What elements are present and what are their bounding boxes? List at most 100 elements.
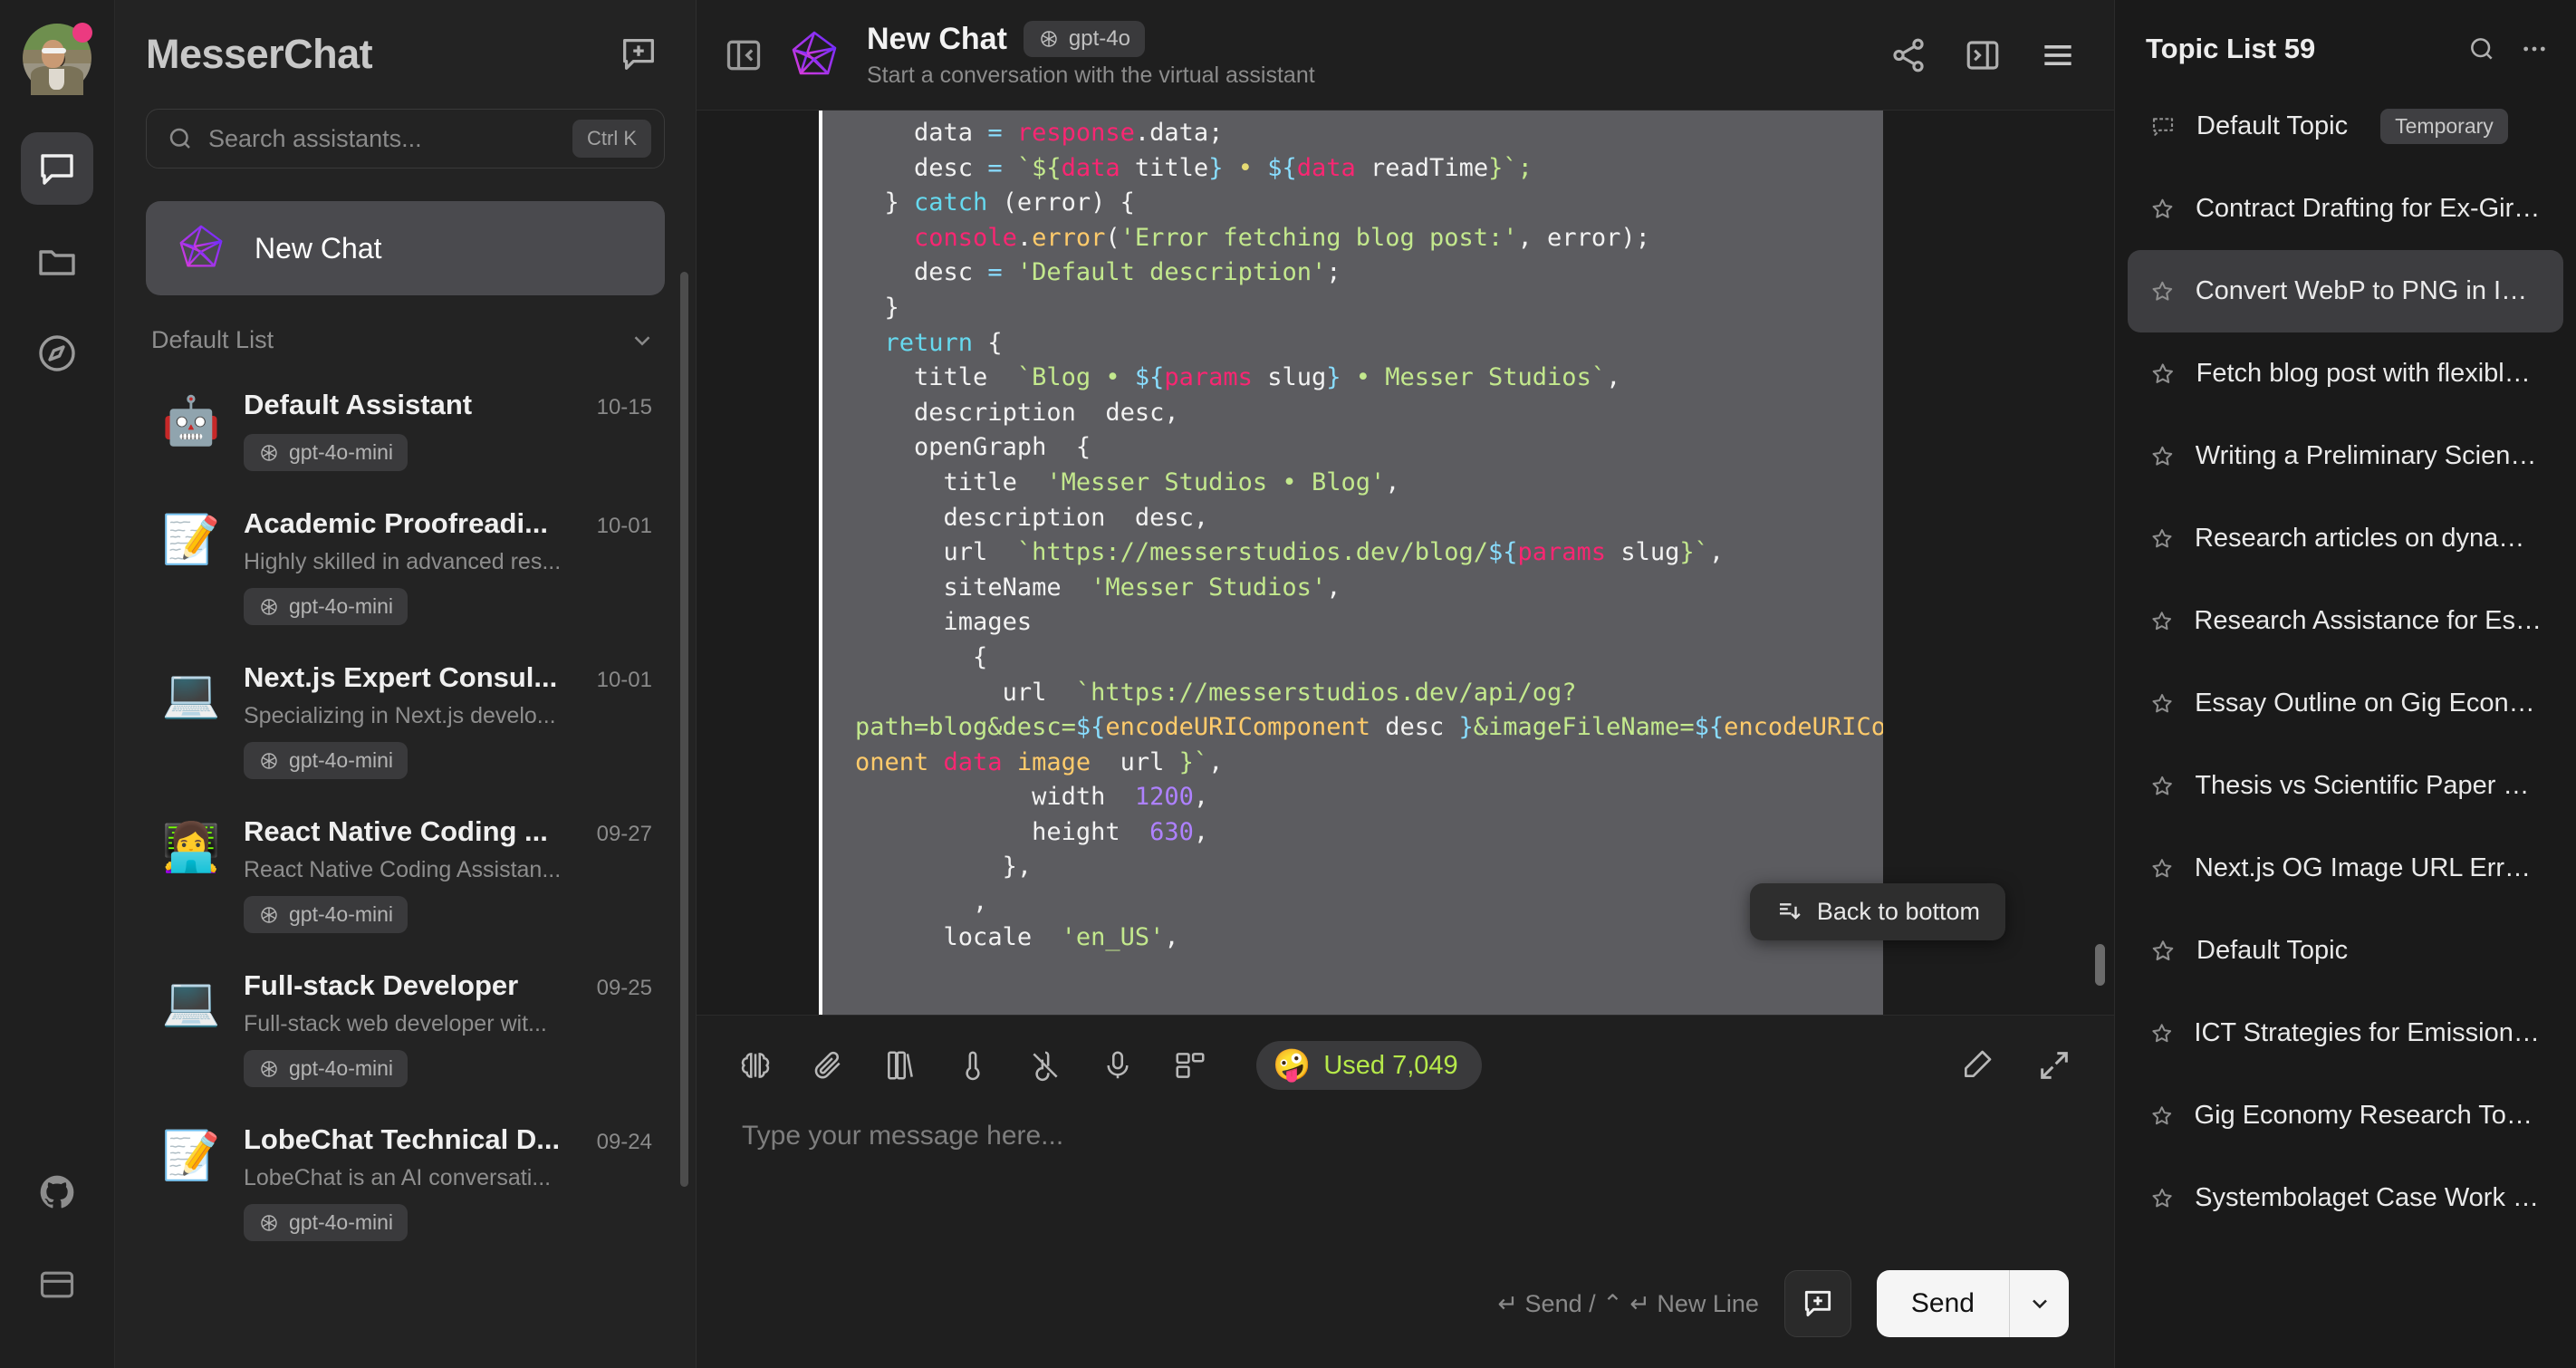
assistant-item[interactable]: 💻 Full-stack Developer 09-25 Full-stack web… (146, 951, 665, 1105)
sidebar-scrollbar[interactable] (680, 272, 688, 1187)
message-scrollbar[interactable] (2095, 944, 2105, 986)
share-button[interactable] (1889, 36, 1927, 74)
new-session-button[interactable] (618, 34, 659, 75)
topic-item[interactable]: Essay Outline on Gig Econom... (2128, 662, 2563, 745)
message-area[interactable]: data = response.data; desc = `${data tit… (697, 111, 2114, 1015)
topic-label: Default Topic (2196, 936, 2349, 965)
search-input[interactable]: Search assistants... (208, 125, 572, 153)
star-icon[interactable] (2149, 196, 2176, 223)
topic-item[interactable]: Gig Economy Research Topics... (2128, 1074, 2563, 1157)
topic-item[interactable]: Default Topic Temporary (2128, 85, 2563, 168)
code-line: description desc, (943, 503, 1209, 532)
star-icon[interactable] (2149, 443, 2176, 470)
clear-button[interactable] (1958, 1047, 1994, 1084)
star-icon[interactable] (2149, 608, 2174, 635)
attachment-button[interactable] (811, 1048, 845, 1083)
code-line: width 1200, (1032, 783, 1209, 812)
code-line: console.error('Error fetching blog post:… (914, 223, 1650, 252)
topic-item[interactable]: Research articles on dynamic ... (2128, 497, 2563, 580)
code-line: }, (1002, 853, 1033, 881)
topic-item[interactable]: Default Topic (2128, 910, 2563, 992)
topic-more-button[interactable] (2520, 34, 2549, 63)
rail-item-github[interactable] (21, 1156, 93, 1228)
temperature-button[interactable] (956, 1048, 990, 1083)
star-icon[interactable] (2149, 1103, 2175, 1130)
assistant-model-chip: gpt-4o-mini (244, 1050, 409, 1087)
star-icon[interactable] (2149, 278, 2176, 305)
avatar[interactable] (23, 23, 92, 96)
assistant-item[interactable]: 📝 Academic Proofreadi... 10-01 Highly skill… (146, 489, 665, 643)
assistant-avatar: 💻 (161, 976, 221, 1028)
assistant-item[interactable]: 💻 Next.js Expert Consul... 10-01 Specializi… (146, 643, 665, 797)
assistant-avatar: 📝 (161, 514, 221, 566)
topic-item[interactable]: Systembolaget Case Work Ov... (2128, 1157, 2563, 1239)
assistant-item[interactable]: 🤖 Default Assistant 10-15 gpt-4o-mini (146, 371, 665, 489)
message-input[interactable]: Type your message here... (697, 1090, 2114, 1151)
search-shortcut-hint: Ctrl K (572, 120, 651, 158)
microphone-icon (1107, 1051, 1129, 1079)
star-icon[interactable] (2149, 773, 2175, 800)
topic-item[interactable]: ICT Strategies for Emission Re... (2128, 992, 2563, 1074)
rail-item-files[interactable] (21, 225, 93, 297)
topic-list[interactable]: Default Topic Temporary Contract Drafting … (2115, 85, 2576, 1239)
collapse-sidebar-button[interactable] (724, 35, 764, 75)
star-icon[interactable] (2149, 1020, 2174, 1047)
send-options-button[interactable] (2009, 1270, 2069, 1337)
new-chat-icon (623, 39, 654, 70)
star-icon[interactable] (2149, 525, 2175, 553)
main-menu-button[interactable] (2038, 35, 2078, 75)
temp-topic-icon (2152, 117, 2174, 136)
topic-item[interactable]: Next.js OG Image URL Error Fix (2128, 827, 2563, 910)
assistant-item[interactable]: 👩‍💻 React Native Coding ... 09-27 React Nat… (146, 797, 665, 951)
search-assistants-box[interactable]: Search assistants... Ctrl K (146, 109, 665, 169)
topic-item[interactable]: Fetch blog post with flexible ... (2128, 332, 2563, 415)
chevron-down-icon[interactable] (629, 327, 656, 354)
toggle-topic-panel-button[interactable] (1964, 36, 2002, 74)
star-icon[interactable] (2149, 938, 2177, 965)
assistant-description: LobeChat is an AI conversati... (244, 1165, 552, 1190)
topic-item[interactable]: Convert WebP to PNG in Ima... (2128, 250, 2563, 332)
assistant-model-chip: gpt-4o-mini (244, 588, 409, 625)
new-chat-item[interactable]: New Chat (146, 201, 665, 295)
model-brain-icon (741, 1053, 770, 1078)
topic-item[interactable]: Contract Drafting for Ex-Girlfr... (2128, 168, 2563, 250)
model-brain-button[interactable] (738, 1048, 773, 1083)
assistant-item[interactable]: 📝 LobeChat Technical D... 09-24 LobeChat is… (146, 1105, 665, 1259)
code-line: } (884, 293, 899, 322)
usage-label: Used 7,049 (1323, 1050, 1458, 1080)
code-line: images (943, 608, 1033, 637)
rail-item-discover[interactable] (21, 317, 93, 390)
star-icon[interactable] (2149, 855, 2175, 882)
topic-label: Writing a Preliminary Scientifi... (2195, 441, 2543, 470)
rail-item-chat[interactable] (21, 132, 93, 205)
composer-footer: ↵ Send / ⌃ ↵ New Line Send (697, 1270, 2114, 1368)
assistant-group-header[interactable]: Default List (115, 295, 696, 363)
topic-search-button[interactable] (2467, 34, 2496, 63)
assistant-list[interactable]: 🤖 Default Assistant 10-15 gpt-4o-mini 📝 Acade… (115, 363, 696, 1368)
star-icon[interactable] (2149, 361, 2177, 388)
send-button[interactable]: Send (1876, 1270, 2009, 1337)
back-to-bottom-button[interactable]: Back to bottom (1749, 883, 2005, 940)
model-badge[interactable]: gpt-4o (1023, 21, 1145, 57)
topic-item[interactable]: Writing a Preliminary Scientifi... (2128, 415, 2563, 497)
back-to-bottom-label: Back to bottom (1816, 898, 1980, 925)
expand-composer-button[interactable] (2036, 1047, 2072, 1084)
code-line: siteName 'Messer Studios', (943, 573, 1341, 602)
no-image-button[interactable] (1028, 1048, 1062, 1083)
topic-list-title: Topic List 59 (2146, 33, 2316, 64)
token-usage-chip[interactable]: 🤪 Used 7,049 (1256, 1041, 1482, 1090)
code-line: path=blog&desc=${encodeURIComponent desc… (855, 713, 1883, 742)
microphone-button[interactable] (1101, 1048, 1135, 1083)
new-topic-button[interactable] (1783, 1270, 1851, 1337)
star-icon[interactable] (2149, 1185, 2175, 1212)
topic-item[interactable]: Research Assistance for Essay... (2128, 580, 2563, 662)
rail-item-docs[interactable] (21, 1248, 93, 1321)
assistant-model-chip: gpt-4o-mini (244, 434, 409, 471)
plugins-button[interactable] (1173, 1048, 1207, 1083)
openai-icon (261, 1214, 277, 1231)
chat-subtitle: Start a conversation with the virtual as… (867, 63, 1315, 88)
assistant-date: 09-25 (596, 976, 652, 1000)
knowledge-base-button[interactable] (883, 1048, 918, 1083)
star-icon[interactable] (2149, 690, 2175, 718)
topic-item[interactable]: Thesis vs Scientific Paper Diff... (2128, 745, 2563, 827)
